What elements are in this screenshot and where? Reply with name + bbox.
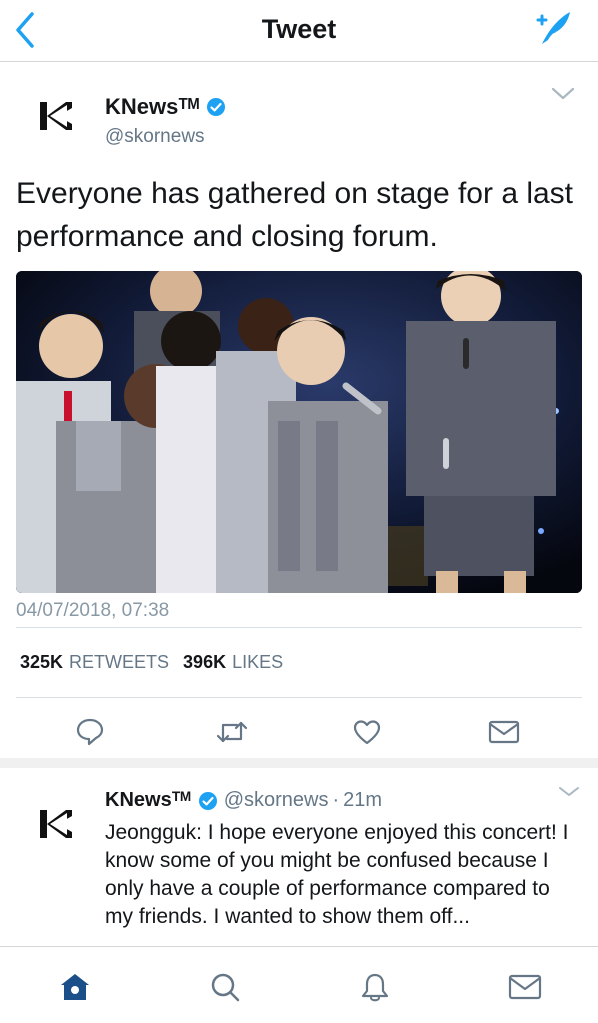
compose-feather-icon <box>536 12 570 44</box>
search-icon <box>211 973 240 1002</box>
reply-handle: @skornews <box>223 789 329 811</box>
tab-search[interactable] <box>205 967 245 1007</box>
reply-text[interactable]: Jeongguk: I hope everyone enjoyed this c… <box>105 819 575 947</box>
heart-icon <box>353 720 381 745</box>
chevron-down-icon[interactable] <box>556 784 582 800</box>
avatar[interactable] <box>36 96 76 136</box>
tab-home[interactable] <box>55 967 95 1007</box>
tab-messages[interactable] <box>505 967 545 1007</box>
reply-separator: · <box>332 789 340 811</box>
nav-bar: Tweet <box>0 0 598 62</box>
chevron-down-icon[interactable] <box>550 86 576 102</box>
reply-button[interactable] <box>70 712 110 752</box>
author-name-row[interactable]: KNewsᵀᴹ <box>105 94 226 120</box>
reply-header[interactable]: KNewsᵀᴹ @skornews · 21m <box>105 789 382 812</box>
retweets-count: 325K <box>20 652 64 672</box>
knews-logo-icon <box>40 102 72 130</box>
direct-message-button[interactable] <box>484 712 524 752</box>
verified-badge-icon <box>207 98 226 116</box>
divider <box>16 627 582 628</box>
avatar[interactable] <box>36 804 76 844</box>
likes-count: 396K <box>183 652 227 672</box>
divider <box>16 697 582 698</box>
tweet-actions <box>0 712 598 752</box>
knews-logo-icon <box>40 810 72 838</box>
home-icon <box>61 974 89 1000</box>
retweets-label: RETWEETS <box>69 652 170 672</box>
reply-display-name: KNewsᵀᴹ <box>105 789 191 811</box>
concert-photo-image <box>16 271 582 593</box>
likes-stat[interactable]: 396K LIKES <box>183 652 283 673</box>
retweet-button[interactable] <box>212 712 252 752</box>
compose-button[interactable] <box>532 8 576 48</box>
page-title: Tweet <box>261 14 337 44</box>
bell-icon <box>361 973 389 1002</box>
envelope-icon <box>488 720 520 744</box>
like-button[interactable] <box>347 712 387 752</box>
display-name: KNewsᵀᴹ <box>105 94 200 119</box>
retweet-icon <box>216 721 248 743</box>
verified-badge-icon <box>198 791 217 810</box>
tweet-timestamp: 04/07/2018, 07:38 <box>16 600 170 621</box>
tweet-text: Everyone has gathered on stage for a las… <box>16 177 574 253</box>
reply-time: 21m <box>343 789 383 811</box>
tab-notifications[interactable] <box>355 967 395 1007</box>
likes-label: LIKES <box>232 652 284 672</box>
retweets-stat[interactable]: 325K RETWEETS <box>20 652 169 673</box>
reply-bubble-icon <box>76 718 104 746</box>
tab-bar <box>0 946 598 1023</box>
tweet-photo[interactable] <box>16 271 582 593</box>
envelope-icon <box>508 974 542 1000</box>
author-handle[interactable]: @skornews <box>105 126 205 148</box>
tweet-stats: 325K RETWEETS 396K LIKES <box>20 652 283 673</box>
